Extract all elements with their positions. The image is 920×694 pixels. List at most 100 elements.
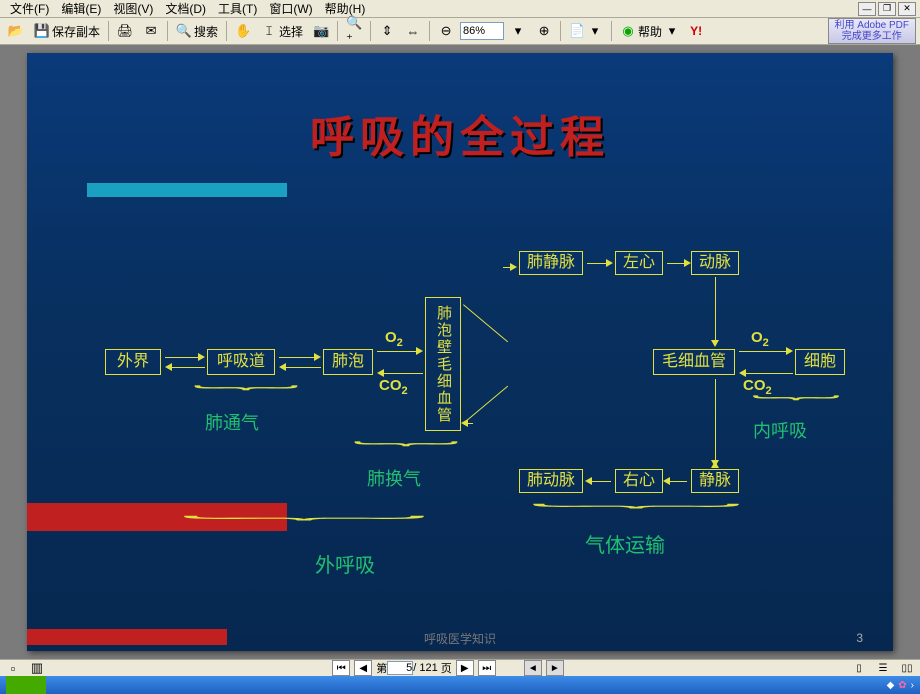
page-input[interactable] xyxy=(387,661,413,675)
yahoo-icon: Y! xyxy=(690,24,702,38)
zoom-in-button[interactable]: 🔍⁺ xyxy=(342,21,366,41)
chevron-down-icon: ▾ xyxy=(510,23,526,39)
arrow xyxy=(715,379,716,461)
pager-total: 121 xyxy=(419,662,437,674)
window-minimize-button[interactable]: — xyxy=(858,2,876,16)
adobe-line2: 完成更多工作 xyxy=(835,31,909,42)
print-button[interactable]: 🖨 xyxy=(113,21,137,41)
arrow xyxy=(377,351,417,352)
zoom-plus-button[interactable]: ⊕ xyxy=(532,21,556,41)
box-waijie: 外界 xyxy=(105,349,161,375)
arrow xyxy=(591,481,611,482)
select-tool-button[interactable]: 𝙸选择 xyxy=(257,21,307,42)
fit-width-button[interactable]: ⇔ xyxy=(401,21,425,41)
menu-window[interactable]: 窗口(W) xyxy=(263,0,318,17)
rotate-icon: 📄 xyxy=(569,23,585,39)
pager-suffix: 页 xyxy=(441,660,452,676)
tray-chevron-icon[interactable]: › xyxy=(911,680,914,691)
chevron-down-icon: ▾ xyxy=(587,23,603,39)
adobe-pdf-badge[interactable]: 利用 Adobe PDF 完成更多工作 xyxy=(828,18,916,44)
system-tray[interactable]: ◆ ✿ › xyxy=(887,680,920,691)
status-bar: ▫ ▥ ⏮ ◀ 第 / 121 页 ▶ ⏭ ◄ ► ▯ ☰ ▯▯ xyxy=(0,659,920,676)
search-label: 搜索 xyxy=(194,23,218,40)
main-toolbar: 📂 💾保存副本 🖨 ✉ 🔍搜索 ✋ 𝙸选择 📷 🔍⁺ ⇕ ⇔ ⊖ ▾ ⊕ 📄▾ … xyxy=(0,18,920,45)
arrow xyxy=(285,367,321,368)
facing-icon[interactable]: ▯▯ xyxy=(898,660,916,676)
hand-tool-button[interactable]: ✋ xyxy=(231,21,255,41)
help-icon: ◉ xyxy=(620,23,636,39)
window-close-button[interactable]: ✕ xyxy=(898,2,916,16)
box-feidongmai: 肺动脉 xyxy=(519,469,583,493)
box-youxin: 右心 xyxy=(615,469,663,493)
first-page-button[interactable]: ⏮ xyxy=(332,660,350,676)
page-layout-icon[interactable]: ▥ xyxy=(28,660,46,676)
box-zuoxin: 左心 xyxy=(615,251,663,275)
brace: ︸ xyxy=(751,391,841,417)
footer-page-num: 3 xyxy=(856,631,863,645)
page-size-icon[interactable]: ▫ xyxy=(4,660,22,676)
zoom-out-button[interactable]: ⊖ xyxy=(434,21,458,41)
arrow xyxy=(739,351,787,352)
menu-tools[interactable]: 工具(T) xyxy=(212,0,263,17)
label-waihuxi: 外呼吸 xyxy=(315,549,375,578)
windows-taskbar: ◆ ✿ › xyxy=(0,676,920,694)
diagram: 外界 呼吸道 肺泡 肺泡壁毛细血管 肺静脉 左心 动脉 肺动脉 右心 静脉 毛细… xyxy=(27,233,893,651)
yahoo-button[interactable]: Y! xyxy=(686,22,706,40)
rotate-view-button[interactable]: 📄▾ xyxy=(565,21,607,41)
page-navigator: ⏮ ◀ 第 / 121 页 ▶ ⏭ ◄ ► xyxy=(332,660,564,676)
arrow xyxy=(171,367,205,368)
continuous-icon[interactable]: ☰ xyxy=(874,660,892,676)
mail-icon: ✉ xyxy=(143,23,159,39)
brace: ︸ xyxy=(178,511,430,537)
open-button[interactable]: 📂 xyxy=(4,21,28,41)
box-feijingmai: 肺静脉 xyxy=(519,251,583,275)
last-page-button[interactable]: ⏭ xyxy=(478,660,496,676)
pager-sep: / xyxy=(413,662,416,674)
select-label: 选择 xyxy=(279,23,303,40)
tray-icon[interactable]: ◆ xyxy=(887,680,895,691)
prev-page-button[interactable]: ◀ xyxy=(354,660,372,676)
adobe-line1: 利用 Adobe PDF xyxy=(835,20,909,31)
menu-view[interactable]: 视图(V) xyxy=(107,0,159,17)
arrow xyxy=(383,373,423,374)
fit-width-icon: ⇔ xyxy=(405,23,421,39)
save-copy-button[interactable]: 💾保存副本 xyxy=(30,21,104,42)
document-viewport[interactable]: 呼吸的全过程 外界 呼吸道 肺泡 肺泡壁毛细血管 肺静脉 左心 动脉 肺动脉 右… xyxy=(0,45,920,659)
slide-page: 呼吸的全过程 外界 呼吸道 肺泡 肺泡壁毛细血管 肺静脉 左心 动脉 肺动脉 右… xyxy=(27,53,893,651)
arrow xyxy=(463,386,508,424)
menu-file[interactable]: 文件(F) xyxy=(4,0,55,17)
forward-view-button[interactable]: ► xyxy=(546,660,564,676)
zoom-input[interactable] xyxy=(460,22,504,40)
start-button[interactable] xyxy=(6,676,46,694)
box-huxidao: 呼吸道 xyxy=(207,349,275,375)
label-feihuanqi: 肺换气 xyxy=(367,465,421,491)
fit-height-button[interactable]: ⇕ xyxy=(375,21,399,41)
binoculars-icon: 🔍 xyxy=(176,23,192,39)
next-page-button[interactable]: ▶ xyxy=(456,660,474,676)
window-restore-button[interactable]: ❐ xyxy=(878,2,896,16)
plus-icon: ⊕ xyxy=(536,23,552,39)
back-view-button[interactable]: ◄ xyxy=(524,660,542,676)
help-button[interactable]: ◉帮助▾ xyxy=(616,21,684,42)
pager-prefix: 第 xyxy=(376,660,387,676)
tray-icon[interactable]: ✿ xyxy=(898,680,906,691)
box-feipao: 肺泡 xyxy=(323,349,373,375)
arrow xyxy=(165,357,199,358)
slide-title: 呼吸的全过程 xyxy=(27,101,893,165)
save-copy-label: 保存副本 xyxy=(52,23,100,40)
menu-edit[interactable]: 编辑(E) xyxy=(55,0,107,17)
box-xibao: 细胞 xyxy=(795,349,845,375)
arrow-tip xyxy=(467,423,473,424)
footer-text: 呼吸医学知识 xyxy=(27,630,893,647)
snapshot-button[interactable]: 📷 xyxy=(309,21,333,41)
zoom-drop-button[interactable]: ▾ xyxy=(506,21,530,41)
box-maoxixueguan: 毛细血管 xyxy=(653,349,735,375)
label-neihuxi: 内呼吸 xyxy=(753,417,807,443)
arrow xyxy=(669,481,687,482)
ibeam-icon: 𝙸 xyxy=(261,23,277,39)
accent-bar-cyan xyxy=(87,183,287,197)
single-page-icon[interactable]: ▯ xyxy=(850,660,868,676)
find-button[interactable]: 🔍搜索 xyxy=(172,21,222,42)
mail-button[interactable]: ✉ xyxy=(139,21,163,41)
menu-document[interactable]: 文档(D) xyxy=(159,0,212,17)
